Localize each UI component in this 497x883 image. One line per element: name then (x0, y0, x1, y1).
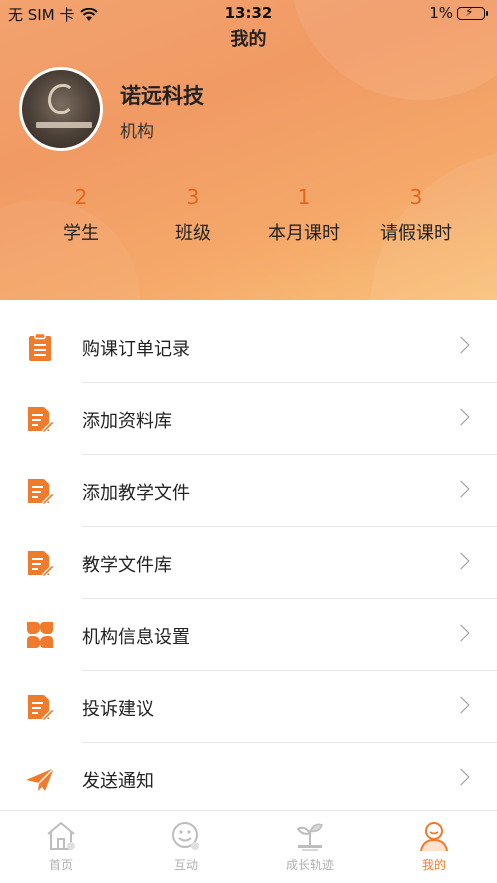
tab-label: 我的 (421, 858, 446, 872)
logo-mark (48, 84, 74, 114)
menu-item-feedback[interactable]: 投诉建议 (0, 671, 497, 743)
status-bar: 无 SIM 卡 13:32 1% ⚡ (0, 0, 497, 26)
battery-icon: ⚡ (457, 5, 488, 20)
chevron-right-icon (452, 624, 470, 642)
menu-item-label: 添加资料库 (82, 411, 172, 432)
tab-home[interactable]: 首页 (11, 819, 111, 873)
tab-bar: 首页 互动 成长轨迹 我的 (0, 810, 497, 883)
document-edit-icon (28, 695, 55, 722)
tab-label: 互动 (173, 858, 198, 872)
menu-item-label: 购课订单记录 (82, 339, 190, 360)
stat-students[interactable]: 2 学生 (21, 183, 141, 245)
menu-item-org-settings[interactable]: 机构信息设置 (0, 599, 497, 671)
menu-item-teaching-file-library[interactable]: 教学文件库 (0, 527, 497, 599)
menu-item-add-teaching-file[interactable]: 添加教学文件 (0, 455, 497, 527)
growth-icon (296, 823, 323, 851)
stats-row: 2 学生 3 班级 1 本月课时 3 请假课时 (0, 183, 497, 253)
menu-item-label: 投诉建议 (82, 699, 154, 720)
tab-growth[interactable]: 成长轨迹 (260, 819, 360, 873)
stat-label: 本月课时 (268, 223, 340, 244)
menu-item-label: 添加教学文件 (82, 483, 190, 504)
chevron-right-icon (452, 336, 470, 354)
clipboard-icon (29, 332, 51, 361)
status-time: 13:32 (224, 4, 273, 22)
menu-list: 购课订单记录 添加资料库 添加教学文件 教学文件库 机构信息设置 投诉建议 发送… (0, 311, 497, 815)
menu-item-label: 发送通知 (82, 771, 154, 792)
tab-label: 成长轨迹 (285, 858, 334, 872)
document-edit-icon (28, 479, 55, 506)
chevron-right-icon (452, 552, 470, 570)
four-petal-icon (27, 622, 53, 648)
stat-value: 3 (409, 185, 423, 209)
my-page: 无 SIM 卡 13:32 1% ⚡ 我的 诺远科技 机构 2 学生 3 班级 … (0, 0, 497, 883)
tab-label: 首页 (48, 858, 73, 872)
stat-value: 2 (74, 185, 88, 209)
home-icon (47, 821, 75, 850)
page-title: 我的 (230, 29, 267, 50)
stat-label: 请假课时 (380, 223, 452, 244)
chat-icon (172, 822, 199, 850)
profile-header: 无 SIM 卡 13:32 1% ⚡ 我的 诺远科技 机构 2 学生 3 班级 … (0, 0, 497, 300)
profile-type: 机构 (120, 122, 154, 142)
document-edit-icon (28, 407, 55, 434)
profile-name: 诺远科技 (120, 84, 204, 108)
stat-classes[interactable]: 3 班级 (133, 183, 253, 245)
menu-item-label: 教学文件库 (82, 555, 172, 576)
stat-label: 班级 (175, 223, 211, 244)
avatar[interactable] (19, 67, 103, 151)
menu-item-send-notification[interactable]: 发送通知 (0, 743, 497, 815)
menu-item-order-records[interactable]: 购课订单记录 (0, 311, 497, 383)
chevron-right-icon (452, 408, 470, 426)
chevron-right-icon (452, 768, 470, 786)
menu-item-label: 机构信息设置 (82, 627, 190, 648)
stat-value: 3 (186, 185, 200, 209)
logo-text (36, 122, 92, 128)
stat-monthly-hours[interactable]: 1 本月课时 (244, 183, 364, 245)
stat-value: 1 (297, 185, 311, 209)
tab-interaction[interactable]: 互动 (136, 819, 236, 873)
document-edit-icon (28, 551, 55, 578)
status-right: 1% ⚡ (429, 4, 488, 22)
user-icon (420, 822, 448, 852)
chevron-right-icon (452, 480, 470, 498)
battery-percent: 1% (429, 4, 453, 22)
menu-item-add-library[interactable]: 添加资料库 (0, 383, 497, 455)
tab-mine[interactable]: 我的 (384, 819, 484, 873)
chevron-right-icon (452, 696, 470, 714)
paper-plane-icon (26, 767, 55, 791)
stat-label: 学生 (63, 223, 99, 244)
stat-leave-hours[interactable]: 3 请假课时 (356, 183, 476, 245)
